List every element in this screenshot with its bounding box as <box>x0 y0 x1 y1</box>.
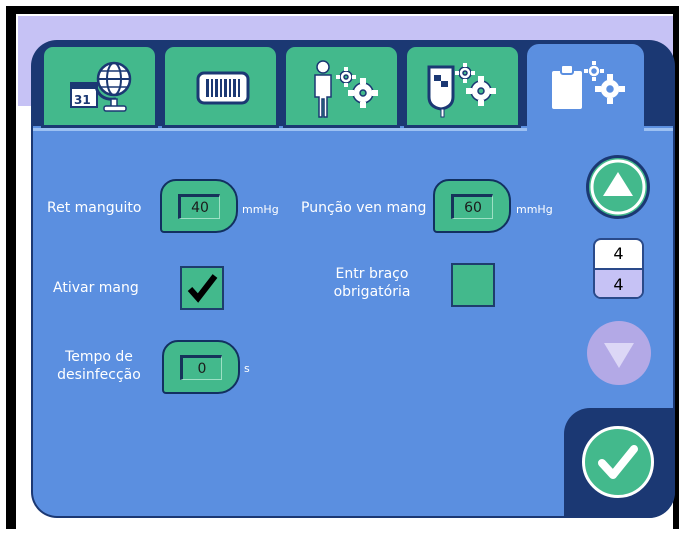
calendar-globe-icon: 31 <box>70 61 132 112</box>
activate-cuff-label: Ativar mang <box>53 280 139 296</box>
cuff-retention-stepper[interactable]: 40 <box>160 179 238 233</box>
tab-calendar-globe[interactable]: 31 <box>41 44 158 128</box>
arm-entry-checkbox[interactable] <box>451 263 495 307</box>
page-total: 4 <box>595 268 642 297</box>
venous-puncture-unit: mmHg <box>516 203 553 216</box>
svg-text:31: 31 <box>74 93 91 107</box>
check-icon <box>598 445 638 479</box>
disinfection-time-label-line2: desinfecção <box>57 367 141 383</box>
arm-entry-label-line1: Entr braço <box>335 266 409 282</box>
venous-puncture-stepper[interactable]: 60 <box>433 179 511 233</box>
tab-patient-settings[interactable] <box>283 44 400 128</box>
person-gears-icon <box>314 60 378 118</box>
arm-entry-label-line2: obrigatória <box>333 284 411 300</box>
venous-puncture-value[interactable]: 60 <box>451 194 493 219</box>
page-up-button[interactable] <box>586 155 650 219</box>
tab-clipboard-settings[interactable] <box>527 44 644 134</box>
barcode-icon <box>196 71 250 105</box>
disinfection-time-stepper[interactable]: 0 <box>162 340 240 394</box>
disinfection-time-unit: s <box>244 362 250 375</box>
arrow-down-icon <box>604 343 634 368</box>
confirm-button[interactable] <box>582 426 654 498</box>
page-indicator: 4 4 <box>593 238 644 299</box>
tab-device-settings[interactable] <box>404 44 521 128</box>
device-gears-icon <box>427 63 496 118</box>
page-current: 4 <box>613 244 624 263</box>
cuff-retention-unit: mmHg <box>242 203 279 216</box>
cuff-retention-label: Ret manguito <box>47 200 142 216</box>
disinfection-time-value[interactable]: 0 <box>180 355 222 380</box>
arrow-up-icon <box>590 159 646 215</box>
disinfection-time-label-line1: Tempo de <box>65 349 133 365</box>
disinfection-time-label: Tempo de desinfecção <box>52 348 146 384</box>
cuff-retention-value[interactable]: 40 <box>178 194 220 219</box>
activate-cuff-checkbox[interactable] <box>180 266 224 310</box>
tab-barcode[interactable] <box>162 44 279 128</box>
clipboard-gears-icon <box>552 61 625 109</box>
arm-entry-label: Entr braço obrigatória <box>320 265 424 301</box>
page-down-button[interactable] <box>587 321 651 385</box>
checkmark-icon <box>187 274 218 303</box>
venous-puncture-label: Punção ven mang <box>301 200 427 216</box>
